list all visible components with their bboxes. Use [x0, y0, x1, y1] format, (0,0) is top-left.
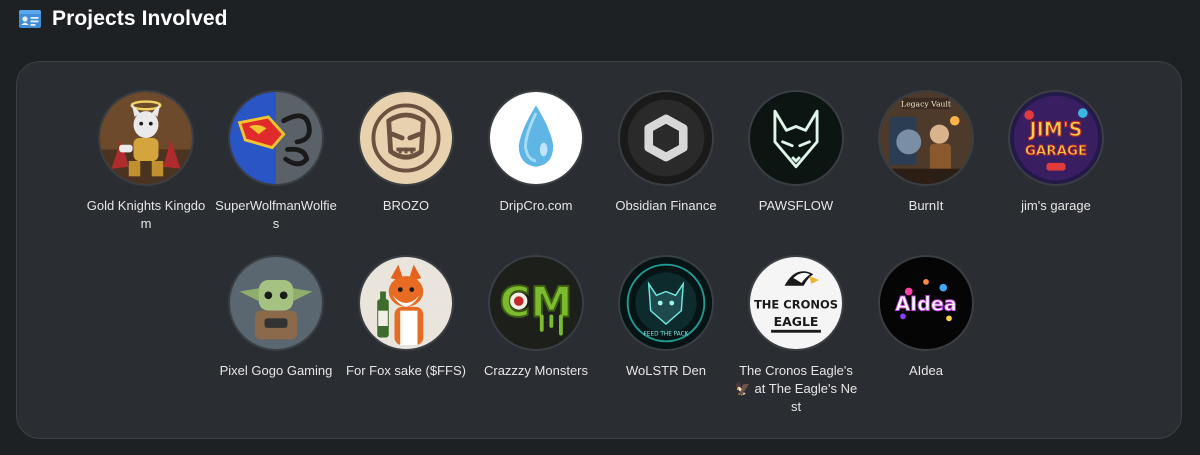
project-name: jim's garage [1021, 198, 1091, 213]
project-name: WoLSTR Den [626, 363, 706, 378]
water-drop-logo [488, 90, 584, 186]
project-name: Gold Knights Kingdom [86, 198, 206, 231]
project-card-gold-knights-kingdom[interactable]: Gold Knights Kingdom [81, 90, 211, 233]
wolstr-logo-text: FEED THE PACK [644, 332, 689, 338]
project-card-pixel-gogo-gaming[interactable]: Pixel Gogo Gaming [211, 255, 341, 380]
burnit-logo-text: Legacy Vault [901, 99, 952, 108]
project-name: For Fox sake ($FFS) [346, 363, 466, 378]
project-card-superwolfmanwolfies[interactable]: SuperWolfmanWolfies [211, 90, 341, 233]
id-card-icon [19, 10, 41, 28]
projects-panel: Gold Knights Kingdom SuperWolfmanWolfies [16, 61, 1182, 439]
cronos-eagle-logo: THE CRONOS EAGLE [748, 255, 844, 351]
project-card-pawsflow[interactable]: PAWSFLOW [731, 90, 861, 215]
page-title: Projects Involved [52, 7, 228, 30]
svg-text:JIM'S: JIM'S [1028, 118, 1083, 141]
wolf-den-logo: FEED THE PACK [618, 255, 714, 351]
project-name: SuperWolfmanWolfies [215, 198, 337, 231]
wolf-outline-logo [748, 90, 844, 186]
project-card-brozo[interactable]: BROZO [341, 90, 471, 215]
project-card-aidea[interactable]: AIdea AIdea [861, 255, 991, 380]
aidea-logo: AIdea [878, 255, 974, 351]
project-card-dripcro[interactable]: DripCro.com [471, 90, 601, 215]
project-name: Obsidian Finance [615, 198, 717, 213]
project-name: BROZO [382, 198, 430, 213]
gold-knights-kingdom-logo [98, 90, 194, 186]
svg-text:GARAGE: GARAGE [1025, 144, 1087, 159]
svg-text:EAGLE: EAGLE [774, 314, 819, 329]
project-name: AIdea [909, 363, 943, 378]
project-card-crazzzy-monsters[interactable]: CM Crazzzy Monsters [471, 255, 601, 380]
aidea-logo-text: AIdea [895, 293, 957, 316]
project-name: The Cronos Eagle's 🦅 at The Eagle's Nest [734, 363, 858, 414]
superwolfman-logo [228, 90, 324, 186]
brozo-logo [358, 90, 454, 186]
project-card-jims-garage[interactable]: JIM'S GARAGE jim's garage [991, 90, 1121, 215]
project-name: Pixel Gogo Gaming [219, 363, 333, 378]
project-card-burnit[interactable]: Legacy Vault BurnIt [861, 90, 991, 215]
svg-text:THE CRONOS: THE CRONOS [754, 298, 838, 312]
project-card-obsidian-finance[interactable]: Obsidian Finance [601, 90, 731, 215]
obsidian-hexagon-logo [618, 90, 714, 186]
project-name: PAWSFLOW [758, 198, 834, 213]
crazzzy-monsters-logo: CM [488, 255, 584, 351]
project-card-cronos-eagle[interactable]: THE CRONOS EAGLE The Cronos Eagle's 🦅 at… [731, 255, 861, 416]
project-name: DripCro.com [499, 198, 573, 213]
project-name: Crazzzy Monsters [483, 363, 589, 378]
section-header: Projects Involved [18, 6, 228, 32]
jims-garage-logo: JIM'S GARAGE [1008, 90, 1104, 186]
project-card-wolstr-den[interactable]: FEED THE PACK WoLSTR Den [601, 255, 731, 380]
project-card-for-fox-sake[interactable]: For Fox sake ($FFS) [341, 255, 471, 380]
fox-logo [358, 255, 454, 351]
pixel-gogo-logo [228, 255, 324, 351]
project-name: BurnIt [908, 198, 944, 213]
burnit-legacy-vault-logo: Legacy Vault [878, 90, 974, 186]
